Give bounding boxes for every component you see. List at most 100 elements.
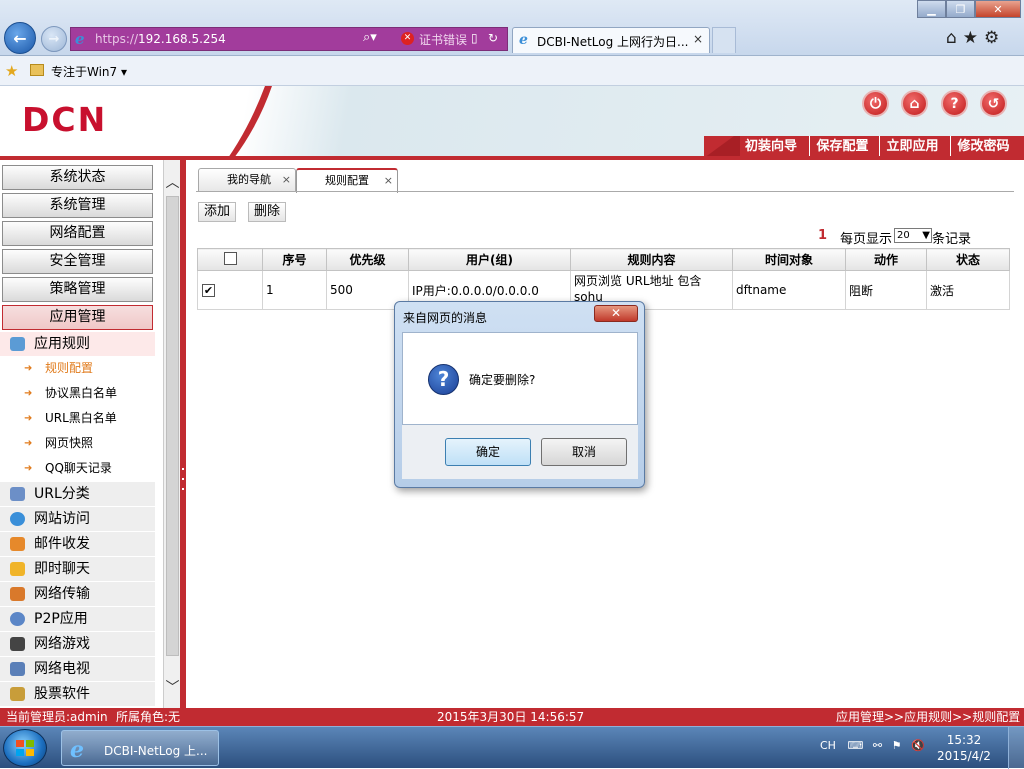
- scrollbar-thumb[interactable]: [166, 196, 179, 656]
- address-bar[interactable]: e https://192.168.5.254 ⌕▾ ✕ 证书错误 ▯ ↻: [70, 27, 508, 51]
- tab-baseline: [196, 191, 1014, 192]
- sidebar-item-web-snapshot[interactable]: ➜ 网页快照: [0, 431, 155, 456]
- address-url[interactable]: https://192.168.5.254: [95, 32, 226, 46]
- per-page-select[interactable]: 20 ▼: [894, 228, 932, 243]
- volume-muted-icon[interactable]: 🔇: [911, 739, 925, 752]
- browser-tab-active[interactable]: e DCBI-NetLog 上网行为日... ×: [512, 27, 710, 53]
- sidebar-item-url-list[interactable]: ➜ URL黑白名单: [0, 406, 155, 431]
- start-button[interactable]: [3, 729, 47, 767]
- menu-system-status[interactable]: 系统状态: [2, 165, 153, 190]
- maximize-button[interactable]: ❐: [946, 0, 975, 18]
- favorites-folder-link[interactable]: 专注于Win7 ▾: [51, 63, 127, 80]
- sidebar-item-label: 网页快照: [45, 436, 94, 450]
- gamepad-icon: [10, 637, 25, 651]
- sidebar-network-tv[interactable]: 网络电视: [0, 657, 155, 681]
- home-icon[interactable]: ⌂: [901, 90, 928, 117]
- column-header[interactable]: 动作: [845, 248, 927, 271]
- column-header[interactable]: 状态: [926, 248, 1010, 271]
- flag-icon[interactable]: ⚑: [892, 739, 902, 752]
- menu-system-management[interactable]: 系统管理: [2, 193, 153, 218]
- refresh-icon[interactable]: ↻: [488, 31, 498, 45]
- change-password-link[interactable]: 修改密码: [950, 136, 1016, 158]
- sidebar-web-access[interactable]: 网站访问: [0, 507, 155, 531]
- exit-icon[interactable]: ↺: [980, 90, 1007, 117]
- dialog-message: 确定要删除?: [469, 373, 536, 387]
- keyboard-icon[interactable]: ⌨: [847, 739, 863, 752]
- table-header-row: 序号 优先级 用户(组) 规则内容 时间对象 动作 状态: [197, 248, 1010, 271]
- clock[interactable]: 15:32 2015/4/2: [930, 732, 998, 764]
- column-header[interactable]: 规则内容: [570, 248, 733, 271]
- save-config-link[interactable]: 保存配置: [809, 136, 875, 158]
- select-all-checkbox[interactable]: [223, 251, 237, 265]
- tab-close-icon[interactable]: ×: [693, 32, 703, 46]
- menu-network-config[interactable]: 网络配置: [2, 221, 153, 246]
- per-page-label: 每页显示: [840, 232, 893, 247]
- sidebar-scrollbar[interactable]: ︿ ﹀: [163, 160, 180, 708]
- sidebar-item-label: P2P应用: [34, 611, 88, 627]
- cancel-button[interactable]: 取消: [541, 438, 627, 466]
- sidebar-item-qq-log[interactable]: ➜ QQ聊天记录: [0, 456, 155, 481]
- clock-date: 2015/4/2: [937, 749, 991, 763]
- breadcrumb: 应用管理>>应用规则>>规则配置: [836, 710, 1021, 724]
- tools-gear-icon[interactable]: ⚙: [984, 28, 1005, 48]
- search-icon[interactable]: ⌕▾: [363, 30, 377, 45]
- row-checkbox[interactable]: ✔: [202, 284, 215, 297]
- arrow-icon: ➜: [24, 363, 33, 374]
- add-favorite-icon[interactable]: ★: [5, 62, 18, 80]
- scroll-down-icon[interactable]: ﹀: [164, 677, 181, 697]
- column-header[interactable]: 用户(组): [408, 248, 571, 271]
- p2p-icon: [10, 612, 25, 626]
- transfer-icon: [10, 587, 25, 601]
- delete-button[interactable]: 删除: [248, 202, 286, 222]
- column-header[interactable]: 时间对象: [732, 248, 846, 271]
- minimize-button[interactable]: ▁: [917, 0, 946, 18]
- sidebar-online-games[interactable]: 网络游戏: [0, 632, 155, 656]
- setup-wizard-link[interactable]: 初装向导: [738, 136, 804, 158]
- sidebar-stock-software[interactable]: 股票软件: [0, 682, 155, 706]
- favorites-star-icon[interactable]: ★: [963, 28, 984, 48]
- favorites-bar: ★ 专注于Win7 ▾: [0, 56, 1024, 86]
- column-header[interactable]: 序号: [262, 248, 327, 271]
- menu-security-management[interactable]: 安全管理: [2, 249, 153, 274]
- column-header[interactable]: 优先级: [326, 248, 409, 271]
- sidebar-app-rules[interactable]: 应用规则: [0, 332, 155, 356]
- dialog-title: 来自网页的消息: [403, 311, 488, 325]
- compat-view-icon[interactable]: ▯: [471, 31, 478, 45]
- new-tab-button[interactable]: [712, 27, 736, 53]
- tab-rule-config[interactable]: 规则配置 ×: [296, 168, 398, 193]
- sidebar-item-rule-config[interactable]: ➜ 规则配置: [0, 356, 155, 381]
- home-icon[interactable]: ⌂: [946, 28, 963, 48]
- sidebar-network-transfer[interactable]: 网络传输: [0, 582, 155, 606]
- mail-icon: [10, 537, 25, 551]
- dialog-close-button[interactable]: ✕: [594, 305, 638, 322]
- logout-icon[interactable]: ⏻: [862, 90, 889, 117]
- close-window-button[interactable]: ✕: [975, 0, 1021, 18]
- scroll-up-icon[interactable]: ︿: [164, 172, 181, 192]
- tab-my-navigation[interactable]: 我的导航 ×: [198, 168, 296, 192]
- row-select-cell: ✔: [197, 270, 263, 310]
- help-icon[interactable]: ?: [941, 90, 968, 117]
- sidebar-item-protocol-list[interactable]: ➜ 协议黑白名单: [0, 381, 155, 406]
- tab-close-icon[interactable]: ×: [282, 169, 291, 191]
- certificate-error-icon[interactable]: ✕: [401, 32, 414, 45]
- add-button[interactable]: 添加: [198, 202, 236, 222]
- show-desktop-button[interactable]: [1008, 727, 1024, 769]
- confirm-button[interactable]: 确定: [445, 438, 531, 466]
- sidebar-p2p[interactable]: P2P应用: [0, 607, 155, 631]
- apply-now-link[interactable]: 立即应用: [879, 136, 945, 158]
- sidebar-url-category[interactable]: URL分类: [0, 482, 155, 506]
- sidebar-item-label: 规则配置: [45, 361, 94, 375]
- sidebar-mail[interactable]: 邮件收发: [0, 532, 155, 556]
- language-indicator[interactable]: CH: [820, 739, 836, 752]
- network-icon[interactable]: ⚯: [873, 739, 882, 752]
- certificate-error-label[interactable]: 证书错误: [419, 31, 467, 48]
- sidebar-item-label: 邮件收发: [34, 536, 90, 552]
- browser-titlebar: ← → e https://192.168.5.254 ⌕▾ ✕ 证书错误 ▯ …: [0, 0, 1024, 56]
- back-button[interactable]: ←: [4, 22, 36, 54]
- menu-app-management[interactable]: 应用管理: [2, 305, 153, 330]
- forward-button[interactable]: →: [41, 26, 67, 52]
- taskbar-ie-window[interactable]: e DCBI-NetLog 上...: [61, 730, 219, 766]
- tab-close-icon[interactable]: ×: [384, 170, 393, 192]
- sidebar-instant-chat[interactable]: 即时聊天: [0, 557, 155, 581]
- menu-policy-management[interactable]: 策略管理: [2, 277, 153, 302]
